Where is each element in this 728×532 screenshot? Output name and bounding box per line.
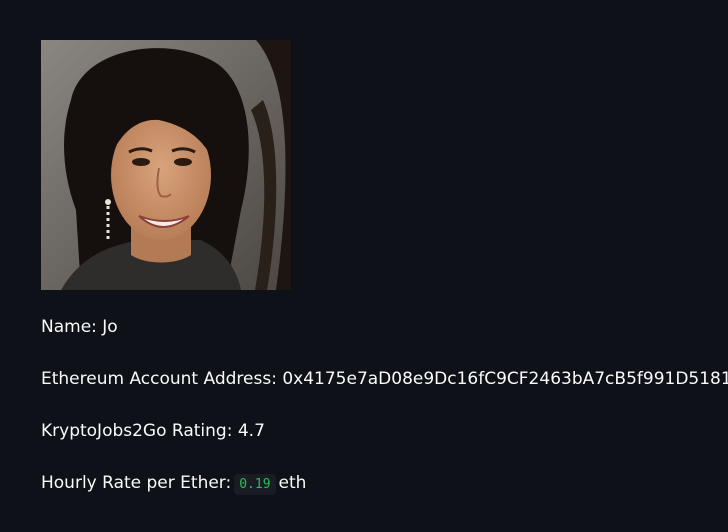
hourly-rate-unit: eth [278, 473, 307, 493]
ethereum-address-value: 0x4175e7aD08e9Dc16fC9CF2463bA7cB5f991D51… [282, 369, 728, 389]
ethereum-address-field: Ethereum Account Address: 0x4175e7aD08e9… [41, 368, 728, 390]
hourly-rate-label: Hourly Rate per Ether: [41, 473, 232, 493]
rating-label: KryptoJobs2Go Rating: [41, 421, 233, 441]
name-label: Name: [41, 317, 97, 337]
hourly-rate-field: Hourly Rate per Ether: 0.19 eth [41, 472, 701, 496]
rating-value: 4.7 [237, 421, 265, 441]
portrait-image [41, 40, 291, 290]
candidate-profile: Name: Jo Ethereum Account Address: 0x417… [41, 40, 728, 496]
hourly-rate-value: 0.19 [234, 474, 276, 495]
profile-photo [41, 40, 291, 290]
rating-field: KryptoJobs2Go Rating: 4.7 [41, 420, 701, 442]
name-field: Name: Jo [41, 316, 701, 338]
ethereum-address-label: Ethereum Account Address: [41, 369, 277, 389]
name-value: Jo [102, 317, 118, 337]
